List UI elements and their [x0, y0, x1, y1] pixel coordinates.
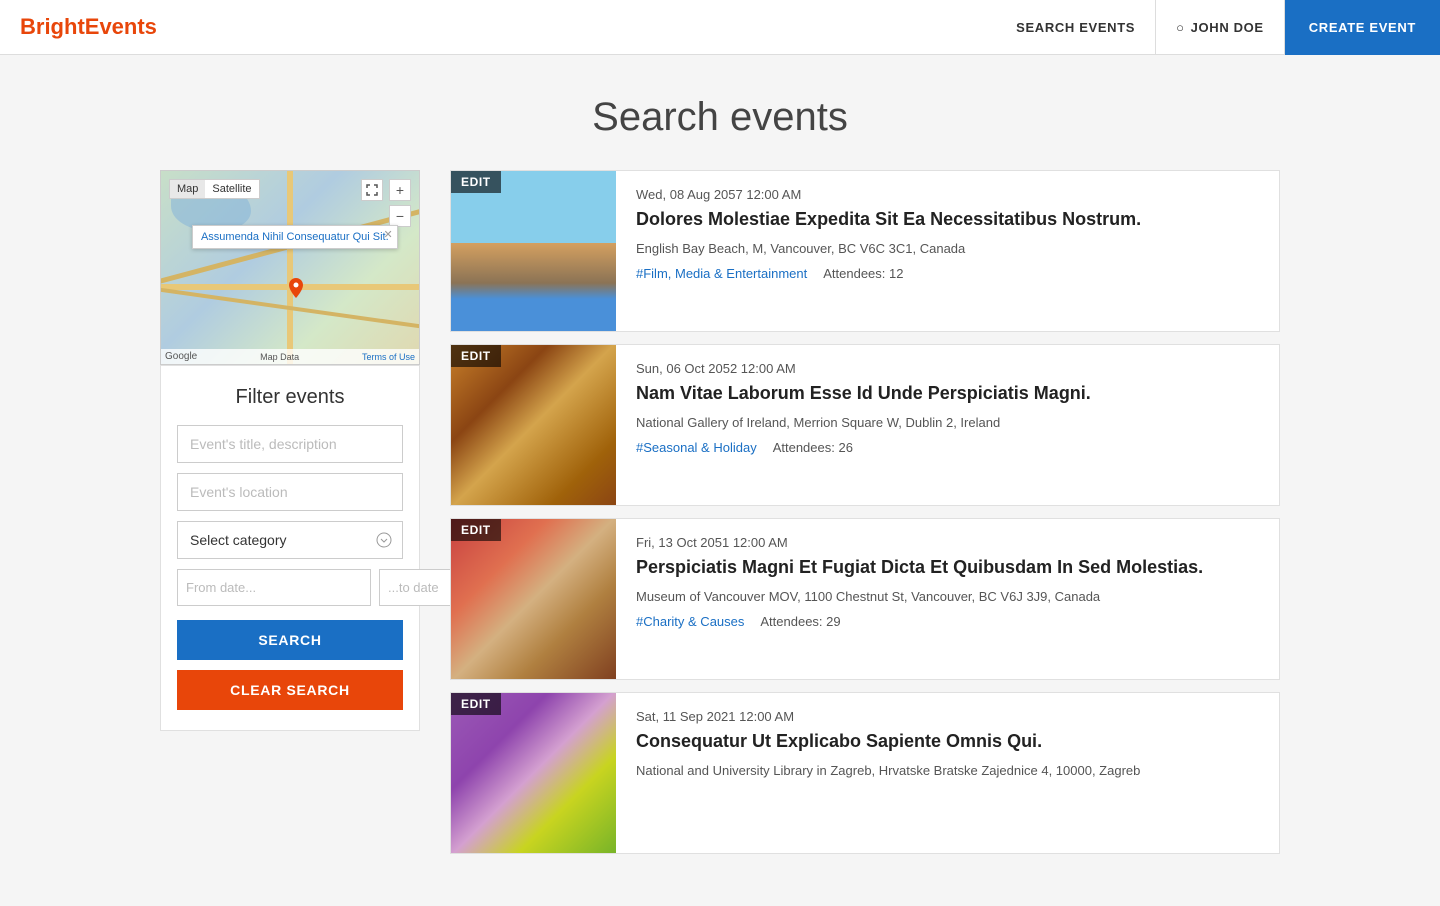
map-type-bar: Map Satellite — [169, 179, 260, 199]
map-zoom-in[interactable]: + — [389, 179, 411, 201]
event-title: Dolores Molestiae Expedita Sit Ea Necess… — [636, 208, 1259, 231]
map-type-satellite[interactable]: Satellite — [205, 180, 258, 198]
edit-badge[interactable]: EDIT — [451, 345, 501, 367]
map-terms-label[interactable]: Terms of Use — [362, 352, 415, 362]
event-image-wrap: EDIT — [451, 519, 616, 679]
location-search-input[interactable] — [177, 473, 403, 511]
title-search-input[interactable] — [177, 425, 403, 463]
page-title-section: Search events — [0, 55, 1440, 170]
event-image — [451, 171, 616, 331]
brand-logo[interactable]: BrightEvents — [20, 14, 157, 40]
event-image — [451, 693, 616, 853]
sidebar: Map Satellite + − Assumenda Nihil Conseq… — [160, 170, 420, 731]
event-title: Perspiciatis Magni Et Fugiat Dicta Et Qu… — [636, 556, 1259, 579]
event-location: National and University Library in Zagre… — [636, 763, 1259, 778]
map-pin[interactable] — [287, 278, 305, 302]
map-data-label: Map Data — [260, 352, 299, 362]
map-tooltip-text: Assumenda Nihil Consequatur Qui Sit. — [201, 231, 389, 243]
edit-badge[interactable]: EDIT — [451, 171, 501, 193]
event-card: EDIT Sat, 11 Sep 2021 12:00 AM Consequat… — [450, 692, 1280, 854]
map-background: Map Satellite + − Assumenda Nihil Conseq… — [161, 171, 419, 364]
map-footer: Google Map Data Terms of Use — [161, 349, 419, 364]
create-event-button[interactable]: CREATE EVENT — [1285, 0, 1440, 55]
map-zoom-out[interactable]: − — [389, 205, 411, 227]
event-attendees: Attendees: 12 — [823, 266, 903, 281]
clear-search-button[interactable]: CLEAR SEARCH — [177, 670, 403, 710]
event-meta: #Film, Media & Entertainment Attendees: … — [636, 266, 1259, 281]
event-location: Museum of Vancouver MOV, 1100 Chestnut S… — [636, 589, 1259, 604]
event-date: Sun, 06 Oct 2052 12:00 AM — [636, 361, 1259, 376]
user-label: JOHN DOE — [1191, 20, 1264, 35]
event-title: Nam Vitae Laborum Esse Id Unde Perspicia… — [636, 382, 1259, 405]
main-layout: Map Satellite + − Assumenda Nihil Conseq… — [80, 170, 1360, 906]
page-title: Search events — [20, 95, 1420, 140]
event-image — [451, 519, 616, 679]
event-meta: #Charity & Causes Attendees: 29 — [636, 614, 1259, 629]
event-category[interactable]: #Seasonal & Holiday — [636, 440, 757, 455]
event-date: Sat, 11 Sep 2021 12:00 AM — [636, 709, 1259, 724]
filter-section: Filter events Select category Film, Medi… — [160, 365, 420, 731]
from-date-input[interactable] — [177, 569, 371, 606]
event-meta: #Seasonal & Holiday Attendees: 26 — [636, 440, 1259, 455]
filter-title: Filter events — [177, 386, 403, 409]
navbar: BrightEvents SEARCH EVENTS ○ JOHN DOE CR… — [0, 0, 1440, 55]
map-type-map[interactable]: Map — [170, 180, 205, 198]
user-icon: ○ — [1176, 20, 1185, 35]
map-tooltip: Assumenda Nihil Consequatur Qui Sit. ✕ — [192, 225, 398, 249]
event-location: National Gallery of Ireland, Merrion Squ… — [636, 415, 1259, 430]
events-list: EDIT Wed, 08 Aug 2057 12:00 AM Dolores M… — [450, 170, 1280, 866]
edit-badge[interactable]: EDIT — [451, 693, 501, 715]
edit-badge[interactable]: EDIT — [451, 519, 501, 541]
event-info: Sun, 06 Oct 2052 12:00 AM Nam Vitae Labo… — [616, 345, 1279, 505]
event-info: Sat, 11 Sep 2021 12:00 AM Consequatur Ut… — [616, 693, 1279, 853]
event-image-wrap: EDIT — [451, 345, 616, 505]
map-expand-button[interactable] — [361, 179, 383, 201]
event-attendees: Attendees: 26 — [773, 440, 853, 455]
event-info: Wed, 08 Aug 2057 12:00 AM Dolores Molest… — [616, 171, 1279, 331]
event-date: Fri, 13 Oct 2051 12:00 AM — [636, 535, 1259, 550]
event-image — [451, 345, 616, 505]
map-tooltip-close[interactable]: ✕ — [383, 228, 392, 241]
event-title: Consequatur Ut Explicabo Sapiente Omnis … — [636, 730, 1259, 753]
event-image-wrap: EDIT — [451, 171, 616, 331]
nav-right: SEARCH EVENTS ○ JOHN DOE CREATE EVENT — [996, 0, 1440, 54]
event-attendees: Attendees: 29 — [760, 614, 840, 629]
user-profile-link[interactable]: ○ JOHN DOE — [1156, 0, 1285, 54]
event-card: EDIT Fri, 13 Oct 2051 12:00 AM Perspicia… — [450, 518, 1280, 680]
map-zoom-controls: + − — [389, 179, 411, 227]
event-image-wrap: EDIT — [451, 693, 616, 853]
map-google-logo: Google — [165, 351, 197, 362]
event-card: EDIT Wed, 08 Aug 2057 12:00 AM Dolores M… — [450, 170, 1280, 332]
search-events-link[interactable]: SEARCH EVENTS — [996, 0, 1156, 54]
event-location: English Bay Beach, M, Vancouver, BC V6C … — [636, 241, 1259, 256]
event-category[interactable]: #Film, Media & Entertainment — [636, 266, 807, 281]
map-container: Map Satellite + − Assumenda Nihil Conseq… — [160, 170, 420, 365]
event-card: EDIT Sun, 06 Oct 2052 12:00 AM Nam Vitae… — [450, 344, 1280, 506]
event-info: Fri, 13 Oct 2051 12:00 AM Perspiciatis M… — [616, 519, 1279, 679]
event-category[interactable]: #Charity & Causes — [636, 614, 744, 629]
category-select[interactable]: Select category Film, Media & Entertainm… — [177, 521, 403, 559]
event-date: Wed, 08 Aug 2057 12:00 AM — [636, 187, 1259, 202]
search-button[interactable]: SEARCH — [177, 620, 403, 660]
map-road-3 — [287, 171, 293, 364]
date-range-row — [177, 569, 403, 606]
